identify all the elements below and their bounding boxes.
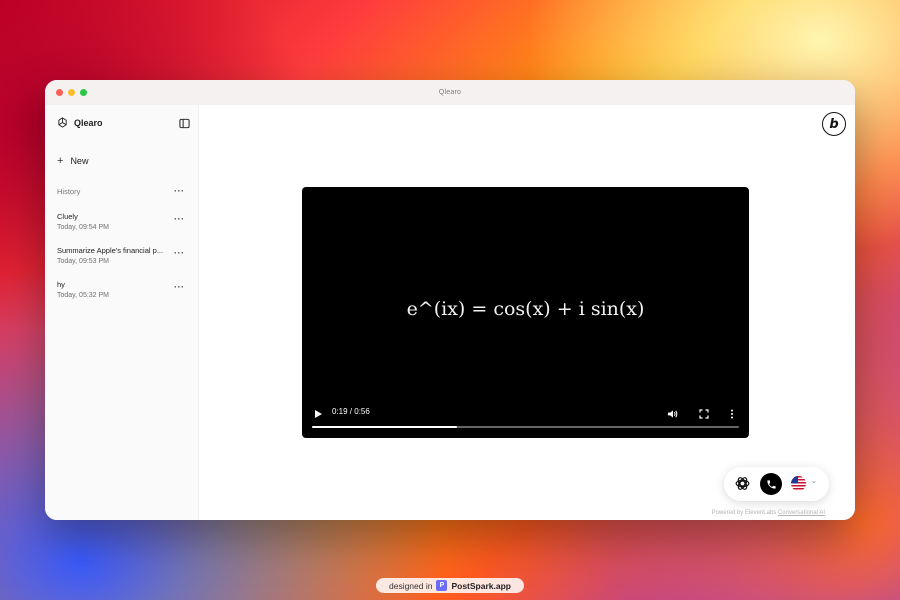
window-controls [56,89,87,96]
history-item-title: Cluely [57,212,78,221]
history-item[interactable]: hy Today, 05:32 PM [57,280,192,299]
designed-in-label: designed in [388,580,433,591]
history-more-icon[interactable]: ··· [174,187,185,196]
history-item-time: Today, 09:54 PM [57,224,110,231]
zoom-window-button[interactable] [80,89,87,96]
plus-icon: + [57,155,64,167]
powered-by-prefix: Powered by ElevenLabs [711,510,778,516]
openai-logo-icon[interactable] [734,475,751,497]
brand-name: Qlearo [74,117,103,128]
progress-fill [312,426,458,428]
openai-logo-icon [58,117,67,128]
video-player[interactable]: e^(ix) = cos(x) + i sin(x) 0:19 / 0:56 [302,187,749,438]
close-window-button[interactable] [56,89,63,96]
play-icon[interactable] [313,406,323,418]
fullscreen-icon[interactable] [699,406,709,424]
history-item[interactable]: Summarize Apple's financial p... Today, … [57,246,192,265]
sidebar: Qlearo + New History ··· Cluely Today, 0… [45,105,199,520]
history-item-time: Today, 05:32 PM [57,292,110,299]
video-controls: 0:19 / 0:56 [302,402,749,438]
minimize-window-button[interactable] [68,89,75,96]
history-item[interactable]: Cluely Today, 09:54 PM [57,212,192,231]
history-item-more-icon[interactable]: ··· [174,283,185,292]
new-chat-button[interactable]: + New [57,155,89,167]
app-window: Qlearo Qlearo + New History ··· Cluely T… [45,80,855,520]
designed-in-badge[interactable]: designed in P PostSpark.app [376,578,524,593]
call-button[interactable] [760,473,782,495]
new-chat-label: New [70,156,89,166]
more-options-icon[interactable] [730,406,734,424]
progress-track[interactable] [312,426,739,428]
toggle-sidebar-icon[interactable] [179,116,190,134]
chevron-down-icon[interactable]: ⌄ [811,477,817,485]
voice-widget: ⌄ [724,467,829,501]
title-bar: Qlearo [45,80,855,105]
history-item-time: Today, 09:53 PM [57,258,110,265]
history-item-title: hy [57,280,65,289]
volume-icon[interactable] [667,406,678,424]
video-frame-text: e^(ix) = cos(x) + i sin(x) [406,298,645,320]
history-item-more-icon[interactable]: ··· [174,249,185,258]
powered-by-text: Powered by ElevenLabs Conversational AI [712,510,825,516]
history-heading: History [57,187,81,196]
main-content: b e^(ix) = cos(x) + i sin(x) 0:19 / 0:56 [199,105,855,520]
phone-icon [766,479,776,489]
brand-badge-icon[interactable]: b [822,112,846,136]
history-item-more-icon[interactable]: ··· [174,215,185,224]
us-flag-icon[interactable] [791,476,806,491]
history-item-title: Summarize Apple's financial p... [57,246,164,255]
postspark-name: PostSpark.app [451,580,511,591]
brand[interactable]: Qlearo [57,117,103,128]
window-title: Qlearo [438,89,462,96]
video-timecode: 0:19 / 0:56 [332,407,370,416]
postspark-logo-icon: P [436,580,448,591]
conversational-ai-link[interactable]: Conversational AI [778,510,825,516]
